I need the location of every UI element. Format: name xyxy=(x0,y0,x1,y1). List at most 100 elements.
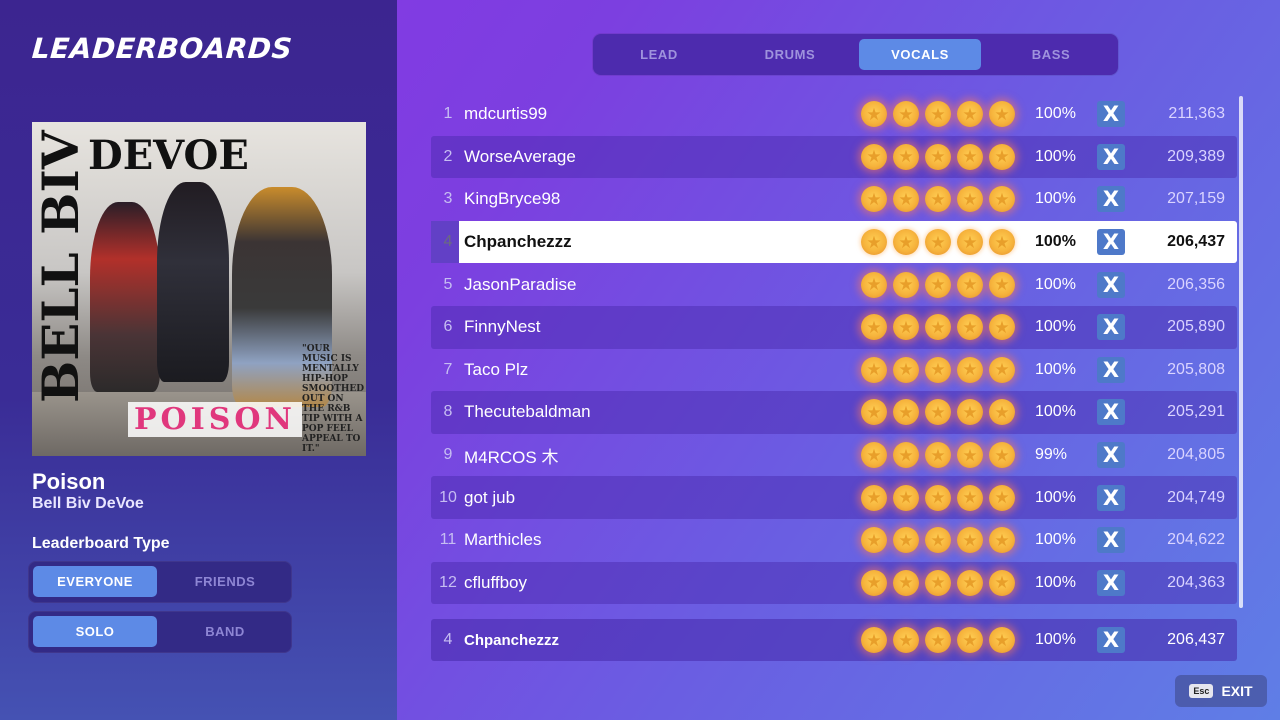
star-icon: ★ xyxy=(957,314,983,341)
star-icon: ★ xyxy=(861,186,887,213)
star-icon: ★ xyxy=(893,229,919,256)
row-stars: ★ ★ ★ ★ ★ xyxy=(861,101,1015,128)
star-icon: ★ xyxy=(925,627,951,653)
row-stars: ★ ★ ★ ★ ★ xyxy=(861,399,1015,426)
row-score: 205,890 xyxy=(1167,318,1225,336)
leaderboard-list: 1 mdcurtis99 ★ ★ ★ ★ ★ 100% X 211,363 2 WorseAverag… xyxy=(431,93,1237,605)
star-icon: ★ xyxy=(893,101,919,128)
row-score: 205,291 xyxy=(1167,403,1225,421)
star-icon: ★ xyxy=(989,271,1015,298)
star-icon: ★ xyxy=(957,569,983,596)
band-option[interactable]: BAND xyxy=(163,616,287,647)
row-player-name: cfluffboy xyxy=(464,572,528,592)
leaderboard-row[interactable]: 1 mdcurtis99 ★ ★ ★ ★ ★ 100% X 211,363 xyxy=(431,93,1237,136)
instrument-tabs: LEAD DRUMS VOCALS BASS xyxy=(593,34,1118,75)
row-stars: ★ ★ ★ ★ ★ xyxy=(861,314,1015,341)
star-icon: ★ xyxy=(957,627,983,653)
star-icon: ★ xyxy=(893,356,919,383)
row-score: 205,808 xyxy=(1167,360,1225,378)
row-accuracy: 100% xyxy=(1035,233,1076,251)
star-icon: ★ xyxy=(989,527,1015,554)
row-player-name: Thecutebaldman xyxy=(464,402,591,422)
mode-toggle: SOLO BAND xyxy=(28,611,292,653)
star-icon: ★ xyxy=(989,101,1015,128)
song-artist: Bell Biv DeVoe xyxy=(32,495,144,512)
star-icon: ★ xyxy=(957,186,983,213)
x-badge-icon: X xyxy=(1097,229,1125,256)
tab-lead[interactable]: LEAD xyxy=(598,39,720,70)
leaderboard-row[interactable]: 5 JasonParadise ★ ★ ★ ★ ★ 100% X 206,356 xyxy=(431,263,1237,306)
tab-vocals[interactable]: VOCALS xyxy=(859,39,981,70)
star-icon: ★ xyxy=(957,356,983,383)
star-icon: ★ xyxy=(989,627,1015,653)
star-icon: ★ xyxy=(893,527,919,554)
leaderboard-row[interactable]: 7 Taco Plz ★ ★ ★ ★ ★ 100% X 205,808 xyxy=(431,349,1237,392)
star-icon: ★ xyxy=(861,101,887,128)
leaderboard-row[interactable]: 2 WorseAverage ★ ★ ★ ★ ★ 100% X 209,389 xyxy=(431,135,1237,179)
row-player-name: Taco Plz xyxy=(464,359,529,379)
album-art-band-name-top: DEVOE xyxy=(88,132,249,179)
leaderboard-row[interactable]: 9 M4RCOS ⽊ ★ ★ ★ ★ ★ 99% X 204,805 xyxy=(431,434,1237,477)
star-icon: ★ xyxy=(989,569,1015,596)
row-score: 204,363 xyxy=(1167,573,1225,591)
friends-option[interactable]: FRIENDS xyxy=(163,566,287,597)
song-title: Poison xyxy=(32,469,106,494)
row-rank: 8 xyxy=(443,403,453,421)
star-icon: ★ xyxy=(893,442,919,469)
album-art-logo: POISON xyxy=(128,402,302,437)
star-icon: ★ xyxy=(989,143,1015,170)
solo-option[interactable]: SOLO xyxy=(33,616,157,647)
star-icon: ★ xyxy=(957,271,983,298)
row-rank: 1 xyxy=(443,105,453,123)
page-title: LEADERBOARDS xyxy=(30,32,294,65)
star-icon: ★ xyxy=(861,442,887,469)
leaderboard-row[interactable]: 11 Marthicles ★ ★ ★ ★ ★ 100% X 204,622 xyxy=(431,519,1237,562)
row-score: 206,356 xyxy=(1167,275,1225,293)
star-icon: ★ xyxy=(957,399,983,426)
row-rank: 3 xyxy=(443,190,453,208)
x-badge-icon: X xyxy=(1097,527,1125,554)
star-icon: ★ xyxy=(861,484,887,511)
leaderboard-row-player[interactable]: 4 Chpanchezzz ★ ★ ★ ★ ★ 100% X 206,437 xyxy=(431,220,1237,264)
exit-label: EXIT xyxy=(1221,683,1253,699)
row-stars: ★ ★ ★ ★ ★ xyxy=(861,356,1015,383)
star-icon: ★ xyxy=(925,314,951,341)
star-icon: ★ xyxy=(989,314,1015,341)
leaderboard-row[interactable]: 10 got jub ★ ★ ★ ★ ★ 100% X 204,749 xyxy=(431,476,1237,519)
row-accuracy: 100% xyxy=(1035,573,1076,591)
scroll-thumb[interactable] xyxy=(1239,96,1243,608)
star-icon: ★ xyxy=(861,143,887,170)
row-rank: 10 xyxy=(439,488,457,506)
player-score: 206,437 xyxy=(1167,631,1225,648)
x-badge-icon: X xyxy=(1097,627,1125,653)
scope-toggle: EVERYONE FRIENDS xyxy=(28,561,292,603)
player-entry-row: 4 Chpanchezzz ★ ★ ★ ★ ★ 100% X 206,437 xyxy=(431,619,1237,661)
row-rank: 12 xyxy=(439,573,457,591)
star-icon: ★ xyxy=(989,442,1015,469)
row-accuracy: 100% xyxy=(1035,275,1076,293)
row-accuracy: 99% xyxy=(1035,446,1068,464)
x-badge-icon: X xyxy=(1097,186,1125,213)
star-icon: ★ xyxy=(893,484,919,511)
leaderboard-row[interactable]: 3 KingBryce98 ★ ★ ★ ★ ★ 100% X 207,159 xyxy=(431,178,1237,221)
row-score: 207,159 xyxy=(1167,190,1225,208)
x-badge-icon: X xyxy=(1097,442,1125,469)
row-rank: 7 xyxy=(443,360,453,378)
leaderboard-row[interactable]: 6 FinnyNest ★ ★ ★ ★ ★ 100% X 205,890 xyxy=(431,305,1237,349)
album-art-band-name: BELL BIV xyxy=(32,130,90,403)
row-player-name: Marthicles xyxy=(464,530,542,550)
everyone-option[interactable]: EVERYONE xyxy=(33,566,157,597)
star-icon: ★ xyxy=(861,627,887,653)
album-art-figure xyxy=(157,182,229,382)
exit-button[interactable]: Esc EXIT xyxy=(1175,675,1267,707)
leaderboard-row[interactable]: 12 cfluffboy ★ ★ ★ ★ ★ 100% X 204,363 xyxy=(431,561,1237,605)
star-icon: ★ xyxy=(893,314,919,341)
row-player-name: JasonParadise xyxy=(464,274,577,294)
tab-bass[interactable]: BASS xyxy=(990,39,1112,70)
scrollbar[interactable] xyxy=(1239,96,1243,608)
row-rank: 11 xyxy=(439,531,457,549)
row-score: 209,389 xyxy=(1167,147,1225,165)
leaderboard-row[interactable]: 8 Thecutebaldman ★ ★ ★ ★ ★ 100% X 205,291 xyxy=(431,391,1237,434)
row-player-name: Chpanchezzz xyxy=(464,232,572,252)
tab-drums[interactable]: DRUMS xyxy=(729,39,851,70)
